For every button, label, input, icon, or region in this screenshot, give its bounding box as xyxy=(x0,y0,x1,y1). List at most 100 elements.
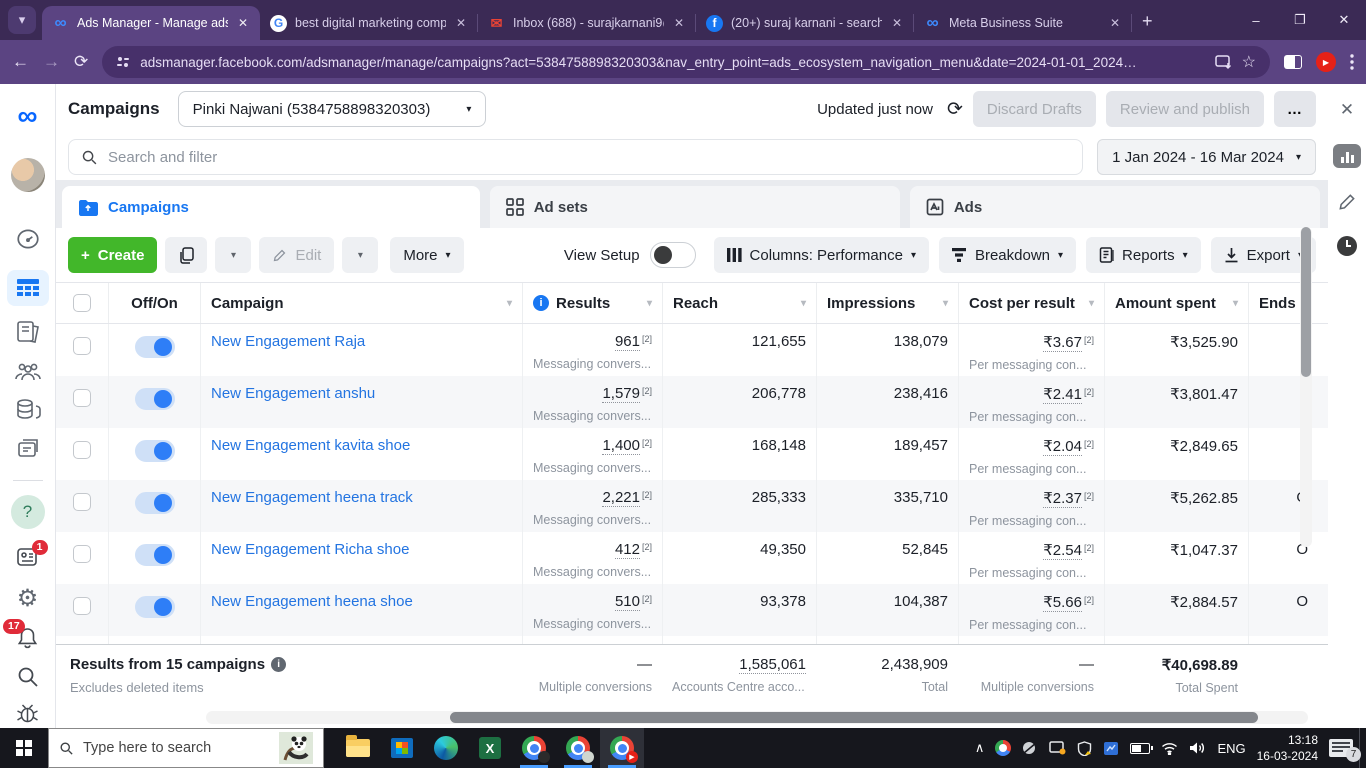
tab-close-icon[interactable]: ✕ xyxy=(454,14,468,32)
campaign-toggle[interactable] xyxy=(134,388,175,410)
campaign-link[interactable]: New Engagement heena shoe xyxy=(211,593,413,610)
browser-tab-meta-business-suite[interactable]: ∞ Meta Business Suite ✕ xyxy=(914,6,1132,40)
browser-tab-google-search[interactable]: G best digital marketing comp ✕ xyxy=(260,6,478,40)
vertical-scrollbar[interactable] xyxy=(1300,227,1312,547)
more-button[interactable]: More ▾ xyxy=(390,237,464,273)
scrollbar-thumb[interactable] xyxy=(1301,227,1311,377)
sidebar-item-media[interactable] xyxy=(15,438,41,462)
sidebar-item-notifications[interactable]: 17 xyxy=(3,619,40,650)
tab-close-icon[interactable]: ✕ xyxy=(890,14,904,32)
campaign-link[interactable]: New Engagement anshu xyxy=(211,385,375,402)
sort-caret-icon[interactable]: ▾ xyxy=(943,298,948,309)
results-value[interactable]: 1,400 xyxy=(602,437,640,455)
window-close-button[interactable]: ✕ xyxy=(1322,0,1366,40)
select-all-checkbox[interactable] xyxy=(73,294,91,312)
speaker-icon[interactable] xyxy=(1189,741,1206,755)
youtube-extension-icon[interactable]: ▶ xyxy=(1316,52,1336,72)
profile-avatar[interactable] xyxy=(10,158,45,192)
tab-close-icon[interactable]: ✕ xyxy=(236,14,250,32)
taskbar-edge[interactable] xyxy=(424,728,468,768)
window-minimize-button[interactable]: – xyxy=(1234,0,1278,40)
taskbar-chrome-1[interactable] xyxy=(512,728,556,768)
tray-security-shield-icon[interactable] xyxy=(1077,740,1092,756)
window-maximize-button[interactable]: ❐ xyxy=(1278,0,1322,40)
horizontal-scrollbar[interactable] xyxy=(206,711,1308,724)
sidebar-item-overview[interactable] xyxy=(15,226,41,252)
column-header-reach[interactable]: Reach ▾ xyxy=(662,283,816,323)
cost-value[interactable]: ₹2.04 xyxy=(1043,438,1082,456)
tray-chrome-icon[interactable] xyxy=(995,740,1012,756)
view-setup-toggle[interactable] xyxy=(649,242,696,268)
tab-close-icon[interactable]: ✕ xyxy=(1108,14,1122,32)
taskbar-file-explorer[interactable] xyxy=(336,728,380,768)
tray-app-icon[interactable] xyxy=(1103,741,1119,756)
results-value[interactable]: 412 xyxy=(614,541,640,559)
row-checkbox[interactable] xyxy=(73,545,91,563)
review-publish-button[interactable]: Review and publish xyxy=(1105,91,1264,127)
sort-caret-icon[interactable]: ▾ xyxy=(1089,298,1094,309)
meta-logo[interactable]: ∞ xyxy=(18,100,38,132)
back-icon[interactable]: ← xyxy=(12,52,29,72)
row-checkbox[interactable] xyxy=(73,493,91,511)
sidebar-item-settings[interactable]: ⚙ xyxy=(17,584,39,613)
browser-tab-ads-manager[interactable]: ∞ Ads Manager - Manage ads ✕ xyxy=(42,6,260,40)
results-value[interactable]: 961 xyxy=(614,333,640,351)
tray-graphics-icon[interactable] xyxy=(1022,741,1038,755)
summary-reach[interactable]: 1,585,061 xyxy=(739,656,806,674)
sidebar-item-pages[interactable] xyxy=(15,320,41,344)
sidebar-item-search[interactable] xyxy=(16,665,40,689)
scrollbar-thumb[interactable] xyxy=(450,712,1258,723)
campaign-link[interactable]: New Engagement Raja xyxy=(211,333,365,350)
tab-search-button[interactable]: ▾ xyxy=(8,6,36,34)
language-indicator[interactable]: ENG xyxy=(1217,741,1245,756)
install-icon[interactable] xyxy=(1214,54,1232,70)
sidebar-item-report-bug[interactable] xyxy=(15,702,40,725)
sort-caret-icon[interactable]: ▾ xyxy=(647,298,652,309)
search-input[interactable]: Search and filter xyxy=(68,139,1084,175)
cost-value[interactable]: ₹3.67 xyxy=(1043,334,1082,352)
cost-value[interactable]: ₹2.37 xyxy=(1043,490,1082,508)
side-panel-icon[interactable] xyxy=(1284,55,1302,69)
tab-ad-sets[interactable]: Ad sets xyxy=(489,186,900,228)
charts-icon[interactable] xyxy=(1333,144,1361,168)
browser-menu-icon[interactable] xyxy=(1350,54,1354,70)
campaign-toggle[interactable] xyxy=(134,596,175,618)
browser-tab-facebook[interactable]: f (20+) suraj karnani - search ✕ xyxy=(696,6,914,40)
create-button[interactable]: + Create xyxy=(68,237,158,273)
forward-icon[interactable]: → xyxy=(43,52,60,72)
taskbar-chrome-3[interactable]: ▶ xyxy=(600,728,644,768)
site-info-icon[interactable] xyxy=(116,55,130,69)
taskbar-excel[interactable]: X xyxy=(468,728,512,768)
duplicate-dropdown-button[interactable]: ▾ xyxy=(215,237,252,273)
row-checkbox[interactable] xyxy=(73,389,91,407)
column-header-cost-per-result[interactable]: Cost per result ▾ xyxy=(958,283,1104,323)
sidebar-item-campaigns[interactable] xyxy=(6,270,49,306)
sort-caret-icon[interactable]: ▾ xyxy=(507,298,512,309)
browser-tab-gmail[interactable]: ✉ Inbox (688) - surajkarnani9@ ✕ xyxy=(478,6,696,40)
tab-campaigns[interactable]: Campaigns xyxy=(62,186,480,228)
tab-ads[interactable]: Ads xyxy=(909,186,1320,228)
column-header-off-on[interactable]: Off/On xyxy=(108,283,200,323)
campaign-toggle[interactable] xyxy=(134,544,175,566)
bookmark-star-icon[interactable]: ☆ xyxy=(1242,52,1256,72)
results-value[interactable]: 510 xyxy=(614,593,640,611)
tray-chevron-up-icon[interactable]: ∧ xyxy=(975,740,985,756)
columns-button[interactable]: Columns: Performance ▾ xyxy=(713,237,929,273)
discard-drafts-button[interactable]: Discard Drafts xyxy=(972,91,1096,127)
breakdown-button[interactable]: Breakdown ▾ xyxy=(938,237,1077,273)
account-dropdown[interactable]: Pinki Najwani (5384758898320303) ▾ xyxy=(177,91,487,127)
sidebar-item-billing[interactable] xyxy=(15,398,41,422)
column-header-ends[interactable]: Ends xyxy=(1248,283,1328,323)
tray-display-icon[interactable] xyxy=(1049,741,1066,755)
battery-icon[interactable] xyxy=(1130,742,1154,754)
taskbar-search[interactable]: Type here to search xyxy=(48,728,324,768)
results-value[interactable]: 2,221 xyxy=(602,489,640,507)
cost-value[interactable]: ₹2.41 xyxy=(1043,386,1082,404)
reload-icon[interactable]: ⟳ xyxy=(74,52,88,72)
cost-value[interactable]: ₹5.66 xyxy=(1043,594,1082,612)
tab-close-icon[interactable]: ✕ xyxy=(672,14,686,32)
history-clock-icon[interactable] xyxy=(1337,236,1357,256)
edit-dropdown-button[interactable]: ▾ xyxy=(342,237,379,273)
column-header-amount-spent[interactable]: Amount spent ▾ xyxy=(1104,283,1248,323)
show-desktop-button[interactable] xyxy=(1359,728,1366,768)
